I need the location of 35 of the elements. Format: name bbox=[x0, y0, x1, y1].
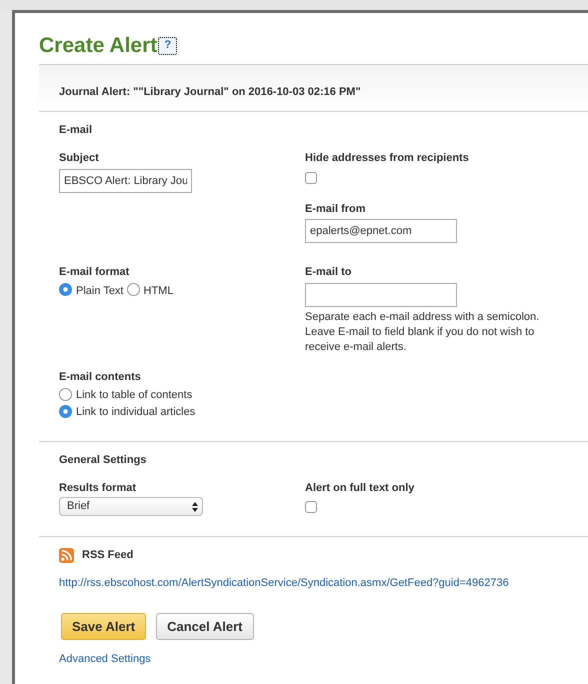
field-label: E-mail to bbox=[305, 265, 352, 280]
radio-button[interactable] bbox=[59, 388, 72, 401]
help-text: Separate each e-mail address with a semicolon. Leave E-mail to field blank if you do not wish to receive e-mail alerts. bbox=[305, 310, 540, 354]
text-field[interactable]: epalerts@epnet.com bbox=[305, 219, 457, 243]
radio-option[interactable]: Link to table of contents bbox=[59, 387, 192, 404]
advanced-settings-link[interactable]: Advanced Settings bbox=[59, 651, 151, 668]
field-label: E-mail format bbox=[59, 265, 130, 280]
radio-option[interactable]: Link to individual articles bbox=[59, 404, 196, 421]
checkbox[interactable] bbox=[305, 501, 317, 513]
rss-icon bbox=[59, 548, 74, 563]
field-label: Hide addresses from recipients bbox=[305, 151, 470, 166]
radio-button[interactable] bbox=[126, 283, 140, 296]
cancel-button[interactable]: Cancel Alert bbox=[156, 613, 254, 640]
field-label: E-mail from bbox=[305, 202, 367, 216]
checkbox[interactable] bbox=[305, 172, 317, 184]
section-heading: General Settings bbox=[59, 453, 148, 468]
help-button[interactable]: ? bbox=[158, 36, 178, 54]
text-field[interactable] bbox=[305, 282, 457, 306]
rss-feed-link[interactable]: http://rss.ebscohost.com/AlertSyndicationService/Syndication.asmx/GetFeed?guid=4962736 bbox=[59, 574, 509, 591]
radio-option[interactable]: Plain Text bbox=[59, 282, 124, 299]
radio-button[interactable] bbox=[59, 404, 72, 418]
text-field[interactable]: EBSCO Alert: Library Jou bbox=[59, 168, 192, 192]
radio-button[interactable] bbox=[59, 283, 72, 296]
section-heading: RSS Feed bbox=[82, 548, 134, 563]
radio-option[interactable]: HTML bbox=[126, 282, 174, 299]
field-label: Subject bbox=[59, 151, 100, 166]
field-label: Alert on full text only bbox=[305, 480, 416, 496]
field-label: E-mail contents bbox=[59, 370, 142, 384]
results-format-select[interactable]: Brief bbox=[59, 497, 203, 516]
save-button[interactable]: Save Alert bbox=[61, 613, 146, 640]
field-label: Results format bbox=[59, 480, 138, 496]
alert-name: Journal Alert: ""Library Journal" on 2016-10-03 02:16 PM" bbox=[58, 85, 362, 100]
dialog-title: Create Alert bbox=[39, 35, 158, 56]
section-heading: E-mail bbox=[59, 122, 94, 138]
updown-arrows-icon bbox=[192, 502, 198, 512]
